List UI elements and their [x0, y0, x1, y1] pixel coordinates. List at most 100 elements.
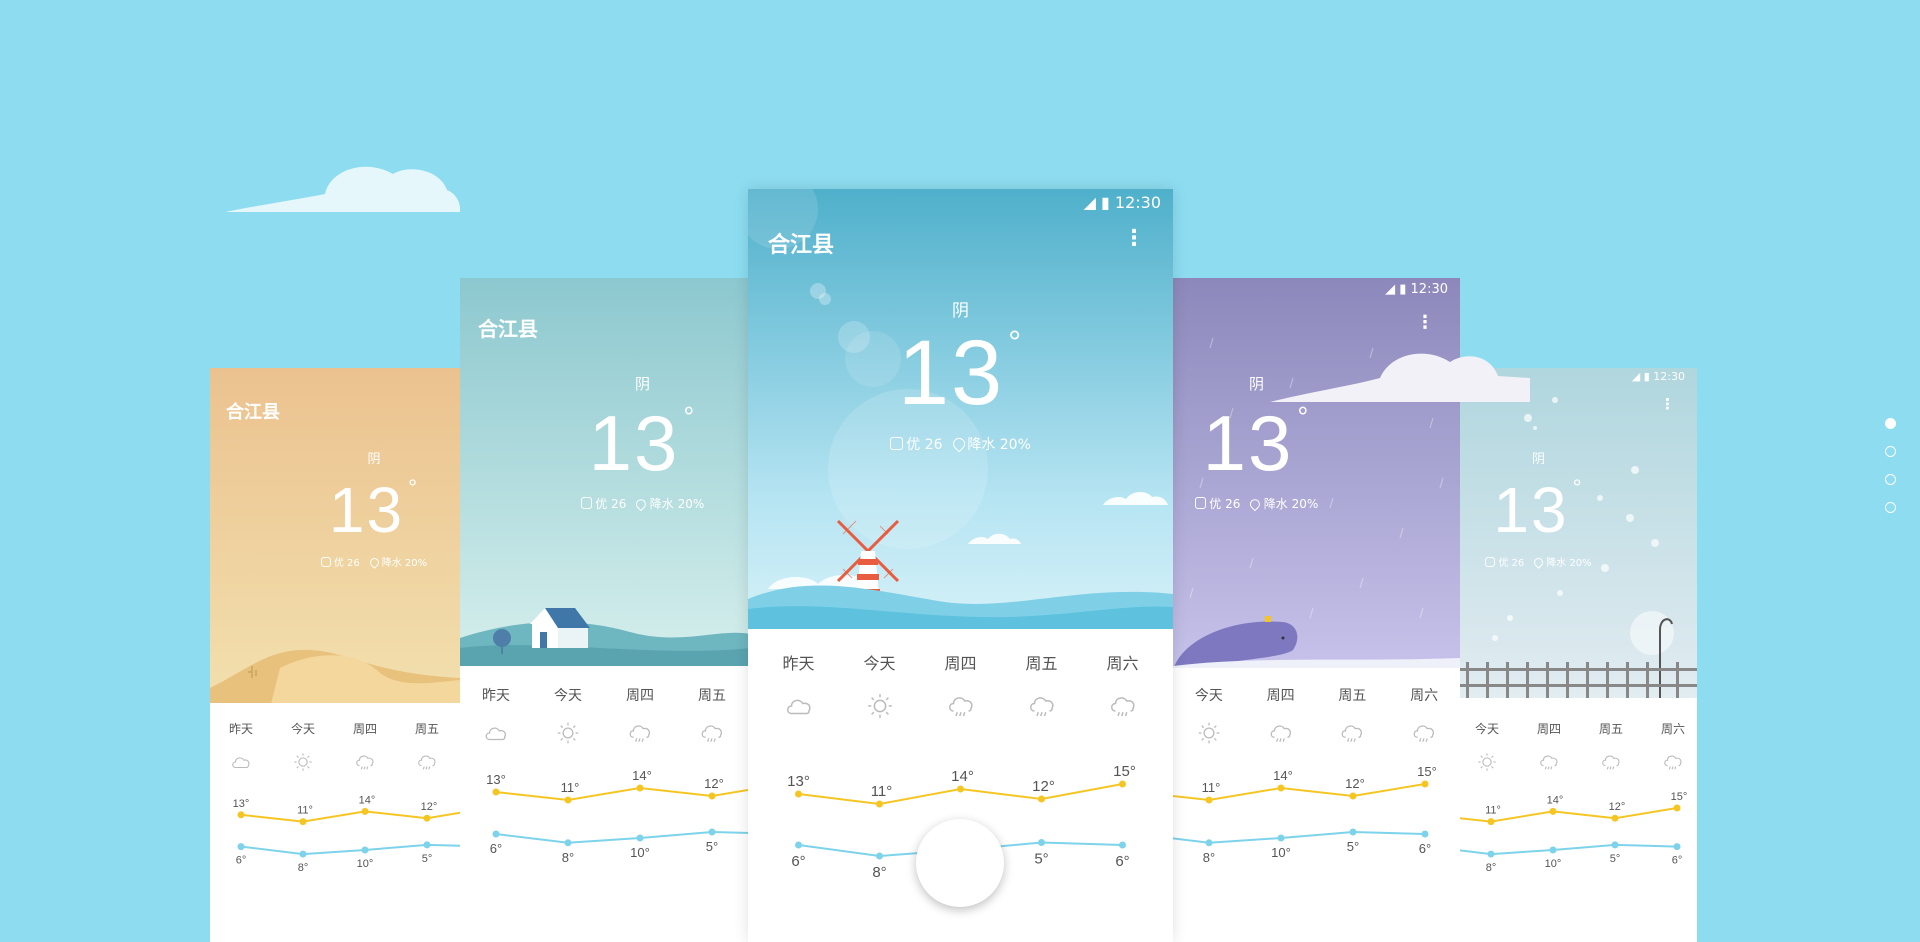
- high-temp-line-point: [1349, 792, 1357, 800]
- high-temp-line-point: [1549, 807, 1557, 815]
- air-quality: 优 26: [1498, 558, 1525, 569]
- degree-symbol: °: [1297, 400, 1311, 432]
- low-temp-label: 8°: [872, 864, 886, 881]
- forecast-day-label: 周五: [698, 688, 726, 704]
- status-time: 12:30: [1653, 370, 1685, 383]
- forecast-icon-slot: [676, 720, 748, 746]
- weather-card-house[interactable]: 合江县 阴 13° 优 26降水 20% 昨天今天周四周五周六 13°11°14…: [460, 278, 750, 942]
- city-name: 合江县: [768, 233, 835, 258]
- temperature-value: 13: [588, 399, 680, 487]
- house-hill-illustration: [460, 608, 750, 668]
- high-temp-line-point: [423, 814, 431, 822]
- menu-icon[interactable]: ⋮: [1416, 312, 1434, 333]
- forecast-icon-slot: [758, 691, 839, 721]
- page-dot-2[interactable]: [1885, 446, 1896, 457]
- leaf-icon: [320, 557, 331, 567]
- drop-icon: [1248, 496, 1263, 512]
- high-temp-label: 11°: [1202, 780, 1221, 795]
- forecast-day-label: 周五: [1598, 722, 1623, 736]
- high-temp-line-point: [1119, 780, 1126, 788]
- low-temp-line-point: [1611, 841, 1619, 849]
- low-temp-label: 8°: [1486, 862, 1497, 874]
- forecast-icon-slot: [1388, 720, 1460, 746]
- low-temp-line-point: [237, 843, 245, 851]
- aux-info: 优 26 降水 20%: [748, 434, 1173, 454]
- high-temp-label: 11°: [871, 783, 893, 800]
- temperature: 13 °: [460, 398, 750, 489]
- aux-info: 优 26 降水 20%: [460, 495, 750, 512]
- menu-icon[interactable]: ⋮: [1660, 395, 1675, 413]
- precipitation: 降水 20%: [1263, 497, 1319, 511]
- aux-info: 优 26 降水 20%: [210, 554, 460, 569]
- air-quality: 优 26: [906, 437, 943, 453]
- high-temp-line-point: [1205, 796, 1213, 804]
- menu-icon[interactable]: ⋮: [1123, 226, 1145, 251]
- sun-icon: [1198, 722, 1220, 744]
- cloud-icon: [232, 757, 250, 769]
- sun-icon: [1478, 753, 1496, 771]
- forecast-day-label: 周五: [1025, 654, 1058, 673]
- temperature-value: 13: [897, 322, 1005, 424]
- forecast-day-label: 周五: [1338, 688, 1367, 704]
- high-temp-label: 14°: [1273, 768, 1293, 783]
- high-temp-line-point: [237, 811, 245, 819]
- forecast-icon-slot: [920, 691, 1001, 721]
- high-temp-line-point: [708, 792, 716, 800]
- temperature: 13 °: [210, 473, 460, 547]
- weather-card-snow[interactable]: ◢ ▮ 12:30 ⋮ 阴 13° 优 26 降水 20% 今天 周四 周五 周六 13…: [1460, 368, 1697, 942]
- high-temp-line-point: [876, 800, 883, 808]
- leaf-icon: [580, 497, 593, 509]
- page-dot-3[interactable]: [1885, 474, 1896, 485]
- high-temp-label: 11°: [561, 780, 580, 795]
- action-button[interactable]: [916, 819, 1004, 907]
- forecast-day-label: 周六: [1660, 722, 1685, 736]
- page-indicator: [1885, 418, 1896, 530]
- low-temp-line-point: [1673, 843, 1681, 851]
- degree-symbol: °: [683, 400, 697, 432]
- low-temp-line-point: [492, 830, 500, 838]
- air-quality: 优 26: [1209, 497, 1241, 511]
- rain-icon: [1413, 725, 1435, 742]
- precipitation: 降水 20%: [381, 558, 428, 569]
- weather-card-windmill[interactable]: ◢ ▮ 12:30 合江县 ⋮ 阴 13 ° 优 26 降水 20% 昨天 今天 周四 周…: [748, 189, 1173, 942]
- low-temp-line-point: [361, 846, 369, 854]
- page-dot-4[interactable]: [1885, 502, 1896, 513]
- precipitation: 降水 20%: [1546, 558, 1592, 569]
- temperature-chart: 13°11°14°12°15°6°8°10°5°6°: [486, 768, 750, 865]
- forecast-day-label: 今天: [290, 722, 315, 736]
- cloud-icon: [786, 699, 811, 715]
- status-bar: ◢ ▮ 12:30: [1084, 193, 1161, 212]
- rain-icon: [1341, 725, 1363, 742]
- forecast-days: 昨天今天周四周五周六: [210, 720, 460, 737]
- high-temp-line-point: [1487, 818, 1495, 826]
- drop-icon: [950, 435, 967, 453]
- forecast-icons: [210, 751, 460, 773]
- signal-icon: ◢: [1385, 282, 1396, 297]
- condition-text: 阴: [634, 375, 650, 393]
- background-cloud-left: [225, 166, 460, 212]
- weather-card-desert[interactable]: 合江县 阴 13° 优 26降水 20% 昨天今天周四周五周六 13°11°14…: [210, 368, 460, 942]
- high-temp-line-point: [636, 784, 644, 792]
- high-temp-label: 13°: [787, 773, 810, 790]
- low-temp-label: 6°: [1672, 855, 1683, 867]
- forecast-day-label: 周六: [1410, 688, 1439, 704]
- page-dot-1[interactable]: [1885, 418, 1896, 429]
- air-quality: 优 26: [595, 497, 627, 511]
- forecast-icon-slot: [460, 720, 532, 746]
- low-temp-label: 6°: [1419, 841, 1431, 856]
- high-temp-line-point: [361, 807, 369, 815]
- low-temp-line-point: [1549, 846, 1557, 854]
- forecast-icon-slot: [1580, 751, 1642, 773]
- forecast-icon-slot: [1518, 751, 1580, 773]
- low-temp-label: 8°: [562, 850, 574, 865]
- forecast-day-label: 周四: [1266, 688, 1295, 704]
- high-temp-label: 12°: [1609, 801, 1626, 813]
- leaf-icon: [1485, 557, 1496, 567]
- high-temp-line-point: [1277, 784, 1285, 792]
- forecast-day-label: 周六: [1106, 654, 1139, 673]
- low-temp-label: 8°: [1203, 850, 1215, 865]
- high-temp-label: 13°: [233, 798, 250, 810]
- temperature: 13 °: [748, 321, 1173, 426]
- high-temp-label: 11°: [297, 805, 313, 817]
- low-temp-label: 10°: [357, 858, 374, 870]
